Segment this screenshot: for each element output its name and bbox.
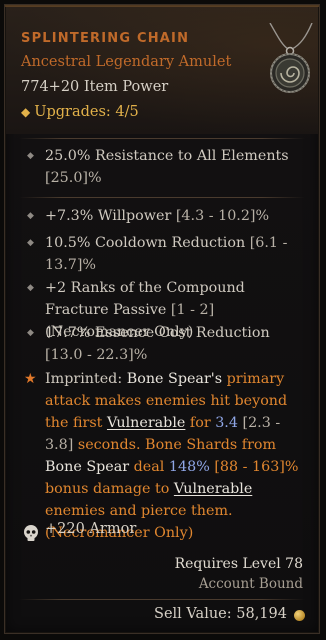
affix-text: +7.3% Willpower (45, 208, 172, 224)
sell-value: Sell Value: 58,194 (154, 606, 287, 622)
aspect-skill: Bone Spear (45, 459, 130, 475)
account-bound: Account Bound (198, 576, 303, 592)
vulnerable-keyword[interactable]: Vulnerable (174, 481, 252, 497)
aspect-value: 148% (168, 459, 210, 475)
divider (19, 599, 305, 600)
star-icon: ★ (24, 371, 37, 387)
bullet-icon: ◆ (27, 211, 34, 221)
required-level: Requires Level 78 (174, 556, 303, 572)
item-name: SPLINTERING CHAIN (21, 31, 190, 46)
gold-coin-icon (294, 610, 305, 621)
bullet-icon: ◆ (27, 151, 34, 161)
aspect-value: 3.4 (215, 415, 238, 431)
bullet-icon: ◆ (27, 328, 34, 338)
upgrades-label: Upgrades: 4/5 (34, 104, 139, 120)
bullet-icon: ◆ (27, 238, 34, 248)
aspect-text: Imprinted: (45, 371, 127, 387)
implicit-stat: 25.0% Resistance to All Elements [25.0]% (45, 145, 307, 189)
item-type: Ancestral Legendary Amulet (21, 54, 232, 70)
affix-range: [13.0 - 22.3]% (45, 347, 148, 363)
affix-range: [1 - 2] (170, 302, 215, 318)
affix-willpower: +7.3% Willpower [4.3 - 10.2]% (45, 205, 307, 227)
aspect-text: seconds. Bone Shards from (77, 437, 277, 453)
affix-essence-cost: 17.7% Essence Cost Reduction [13.0 - 22.… (45, 322, 307, 366)
legendary-aspect: Imprinted: Bone Spear's primary attack m… (45, 368, 313, 544)
divider (19, 197, 305, 198)
diamond-icon: ◆ (21, 105, 31, 119)
item-tooltip: SPLINTERING CHAIN Ancestral Legendary Am… (4, 4, 320, 634)
skull-icon (24, 525, 38, 541)
affix-text: 17.7% Essence Cost Reduction (45, 325, 270, 341)
implicit-text: 25.0% Resistance to All Elements (45, 148, 289, 164)
vulnerable-keyword[interactable]: Vulnerable (107, 415, 185, 431)
header-accent-line (5, 5, 319, 7)
amulet-icon (269, 23, 313, 93)
bullet-icon: ◆ (27, 283, 34, 293)
affix-text: 10.5% Cooldown Reduction (45, 235, 246, 251)
armor-value: +220 Armor (45, 521, 137, 537)
divider (19, 138, 305, 139)
item-power: 774+20 Item Power (21, 79, 169, 95)
implicit-range: [25.0]% (45, 170, 102, 186)
aspect-text: deal (129, 459, 169, 475)
affix-range: [4.3 - 10.2]% (175, 208, 270, 224)
upgrades-count: ◆ Upgrades: 4/5 (21, 104, 139, 120)
affix-text: +2 Ranks of the Compound Fracture Passiv… (45, 280, 245, 318)
aspect-skill: Bone Spear's (126, 371, 223, 387)
aspect-text: for (185, 415, 216, 431)
affix-cooldown: 10.5% Cooldown Reduction [6.1 - 13.7]% (45, 232, 307, 276)
